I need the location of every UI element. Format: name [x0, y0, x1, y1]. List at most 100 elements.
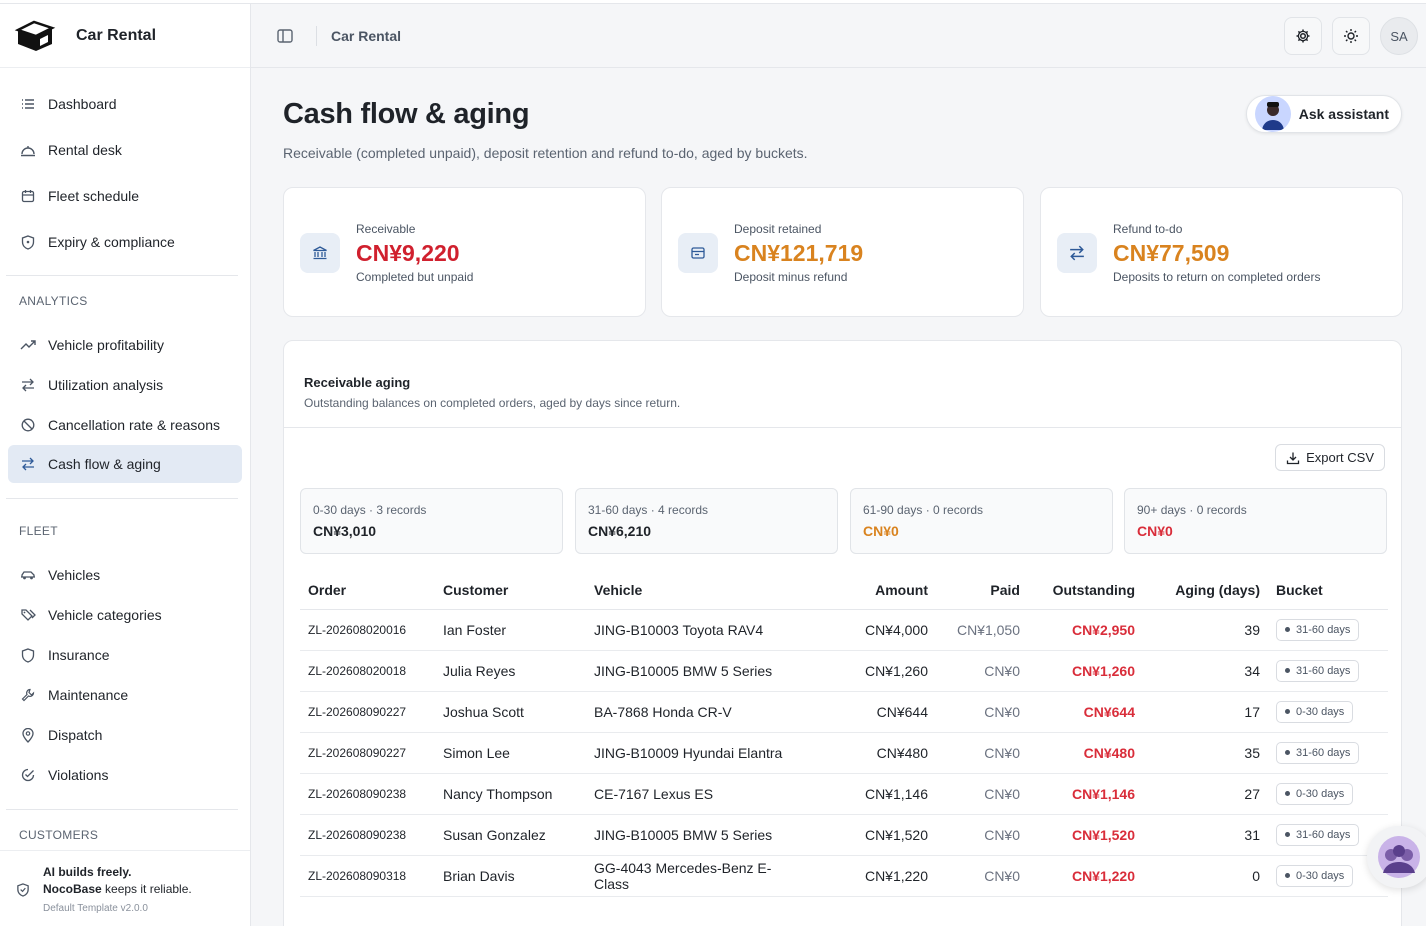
- stat-card-receivable: Receivable CN¥9,220 Completed but unpaid: [283, 187, 646, 317]
- sidebar-item-dashboard[interactable]: Dashboard: [8, 81, 242, 127]
- sidebar-item-rental-desk[interactable]: Rental desk: [8, 127, 242, 173]
- bucket-card-90-plus: 90+ days · 0 records CN¥0: [1124, 488, 1387, 554]
- stat-note: Deposits to return on completed orders: [1113, 270, 1321, 284]
- footer-tagline-rest: keeps it reliable.: [101, 882, 192, 896]
- receivable-aging-card: Receivable aging Outstanding balances on…: [283, 340, 1402, 926]
- footer-brand: NocoBase: [43, 882, 102, 896]
- aging-card-header: Receivable aging Outstanding balances on…: [284, 341, 1401, 428]
- cell-order: ZL-202608020018: [300, 650, 435, 692]
- cell-paid: CN¥0: [936, 814, 1028, 856]
- bucket-card-0-30: 0-30 days · 3 records CN¥3,010: [300, 488, 563, 554]
- floating-assistant-button[interactable]: [1367, 826, 1426, 888]
- assistant-group-avatar-icon: [1378, 836, 1420, 878]
- table-row[interactable]: ZL-202608090238 Nancy Thompson CE-7167 Lex…: [300, 773, 1388, 815]
- cell-amount: CN¥1,146: [796, 773, 936, 815]
- sidebar-item-vehicle-categories[interactable]: Vehicle categories: [8, 595, 242, 635]
- sidebar-footer: AI builds freely. NocoBase keeps it reli…: [0, 850, 250, 926]
- column-header-aging-days[interactable]: Aging (days): [1143, 571, 1268, 610]
- aging-subtitle: Outstanding balances on completed orders…: [304, 396, 681, 410]
- sidebar-item-insurance[interactable]: Insurance: [8, 635, 242, 675]
- column-header-paid[interactable]: Paid: [936, 571, 1028, 610]
- cell-bucket: 0-30 days: [1268, 691, 1388, 733]
- tags-icon: [20, 607, 36, 623]
- cell-outstanding: CN¥1,146: [1028, 773, 1143, 815]
- table-row[interactable]: ZL-202608090227 Simon Lee JING-B10009 Hyun…: [300, 732, 1388, 774]
- column-header-order[interactable]: Order: [300, 571, 435, 610]
- sidebar-item-fleet-schedule[interactable]: Fleet schedule: [8, 173, 242, 219]
- cell-amount: CN¥1,220: [796, 855, 936, 897]
- top-header: Car Rental SA: [251, 4, 1426, 68]
- bucket-card-61-90: 61-90 days · 0 records CN¥0: [850, 488, 1113, 554]
- sidebar: Car Rental Dashboard Rental desk Fleet s…: [0, 4, 251, 926]
- cell-order: ZL-202608090238: [300, 773, 435, 815]
- sidebar-item-label: Utilization analysis: [48, 377, 164, 393]
- bucket-badge: 31-60 days: [1276, 823, 1360, 846]
- app-name: Car Rental: [76, 26, 157, 44]
- sidebar-item-cash-flow-aging[interactable]: Cash flow & aging: [8, 445, 242, 483]
- cell-amount: CN¥1,260: [796, 650, 936, 692]
- user-avatar[interactable]: SA: [1380, 17, 1418, 55]
- table-row[interactable]: ZL-202608090227 Joshua Scott BA-7868 Honda…: [300, 691, 1388, 733]
- sidebar-item-violations[interactable]: Violations: [8, 755, 242, 795]
- stat-note: Completed but unpaid: [356, 270, 474, 284]
- settings-button[interactable]: [1284, 17, 1322, 55]
- aging-table: Order Customer Vehicle Amount Paid Outst…: [300, 571, 1388, 897]
- desk-bell-icon: [20, 142, 36, 158]
- table-row[interactable]: ZL-202608020018 Julia Reyes JING-B10005 BM…: [300, 650, 1388, 692]
- cell-customer: Joshua Scott: [435, 691, 586, 733]
- page-title: Cash flow & aging: [283, 98, 530, 130]
- ask-assistant-label: Ask assistant: [1298, 106, 1389, 122]
- footer-tagline: AI builds freely.: [43, 865, 132, 879]
- cell-paid: CN¥0: [936, 855, 1028, 897]
- map-pin-icon: [20, 727, 36, 743]
- cell-bucket: 31-60 days: [1268, 732, 1388, 774]
- sidebar-item-label: Maintenance: [48, 687, 129, 703]
- divider: [6, 809, 238, 810]
- table-row[interactable]: ZL-202608090238 Susan Gonzalez JING-B10005…: [300, 814, 1388, 856]
- cell-paid: CN¥0: [936, 650, 1028, 692]
- breadcrumb[interactable]: Car Rental: [331, 28, 401, 44]
- cell-customer: Ian Foster: [435, 609, 586, 651]
- sidebar-item-vehicle-profitability[interactable]: Vehicle profitability: [8, 325, 242, 365]
- cell-paid: CN¥0: [936, 691, 1028, 733]
- table-row[interactable]: ZL-202608020016 Ian Foster JING-B10003 Toy…: [300, 609, 1388, 651]
- wrench-icon: [20, 687, 36, 703]
- stat-label: Receivable: [356, 222, 416, 236]
- sidebar-item-label: Fleet schedule: [48, 188, 140, 204]
- table-header-row: Order Customer Vehicle Amount Paid Outst…: [300, 571, 1388, 610]
- cell-vehicle: JING-B10003 Toyota RAV4: [586, 609, 796, 651]
- arrows-swap-icon: [20, 377, 36, 393]
- cell-bucket: 31-60 days: [1268, 650, 1388, 692]
- arrows-swap-icon: [1057, 233, 1097, 273]
- column-header-outstanding[interactable]: Outstanding: [1028, 571, 1143, 610]
- sidebar-item-expiry-compliance[interactable]: Expiry & compliance: [8, 219, 242, 265]
- bucket-amount: CN¥3,010: [313, 523, 377, 539]
- brand[interactable]: Car Rental: [0, 4, 250, 68]
- aging-title: Receivable aging: [304, 375, 411, 390]
- sidebar-toggle-icon[interactable]: [276, 27, 294, 45]
- sidebar-item-vehicles[interactable]: Vehicles: [8, 555, 242, 595]
- column-header-amount[interactable]: Amount: [796, 571, 936, 610]
- stat-card-deposit-retained: Deposit retained CN¥121,719 Deposit minu…: [661, 187, 1024, 317]
- cell-vehicle: BA-7868 Honda CR-V: [586, 691, 796, 733]
- export-csv-button[interactable]: Export CSV: [1275, 444, 1385, 471]
- bucket-badge: 0-30 days: [1276, 700, 1354, 723]
- sidebar-item-utilization-analysis[interactable]: Utilization analysis: [8, 365, 242, 405]
- cell-aging-days: 35: [1143, 732, 1268, 774]
- aging-table-body: ZL-202608020016 Ian Foster JING-B10003 Toy…: [300, 609, 1388, 897]
- stat-value: CN¥9,220: [356, 240, 460, 266]
- cell-aging-days: 17: [1143, 691, 1268, 733]
- sidebar-item-cancellation-rate[interactable]: Cancellation rate & reasons: [8, 405, 242, 445]
- cell-paid: CN¥0: [936, 732, 1028, 774]
- theme-toggle-button[interactable]: [1332, 17, 1370, 55]
- ask-assistant-button[interactable]: Ask assistant: [1245, 95, 1402, 133]
- table-row[interactable]: ZL-202608090318 Brian Davis GG-4043 Merced…: [300, 855, 1388, 897]
- sidebar-item-dispatch[interactable]: Dispatch: [8, 715, 242, 755]
- column-header-customer[interactable]: Customer: [435, 571, 586, 610]
- stat-label: Deposit retained: [734, 222, 822, 236]
- cell-amount: CN¥1,520: [796, 814, 936, 856]
- cell-outstanding: CN¥1,220: [1028, 855, 1143, 897]
- sidebar-item-maintenance[interactable]: Maintenance: [8, 675, 242, 715]
- column-header-vehicle[interactable]: Vehicle: [586, 571, 796, 610]
- column-header-bucket[interactable]: Bucket: [1268, 571, 1388, 610]
